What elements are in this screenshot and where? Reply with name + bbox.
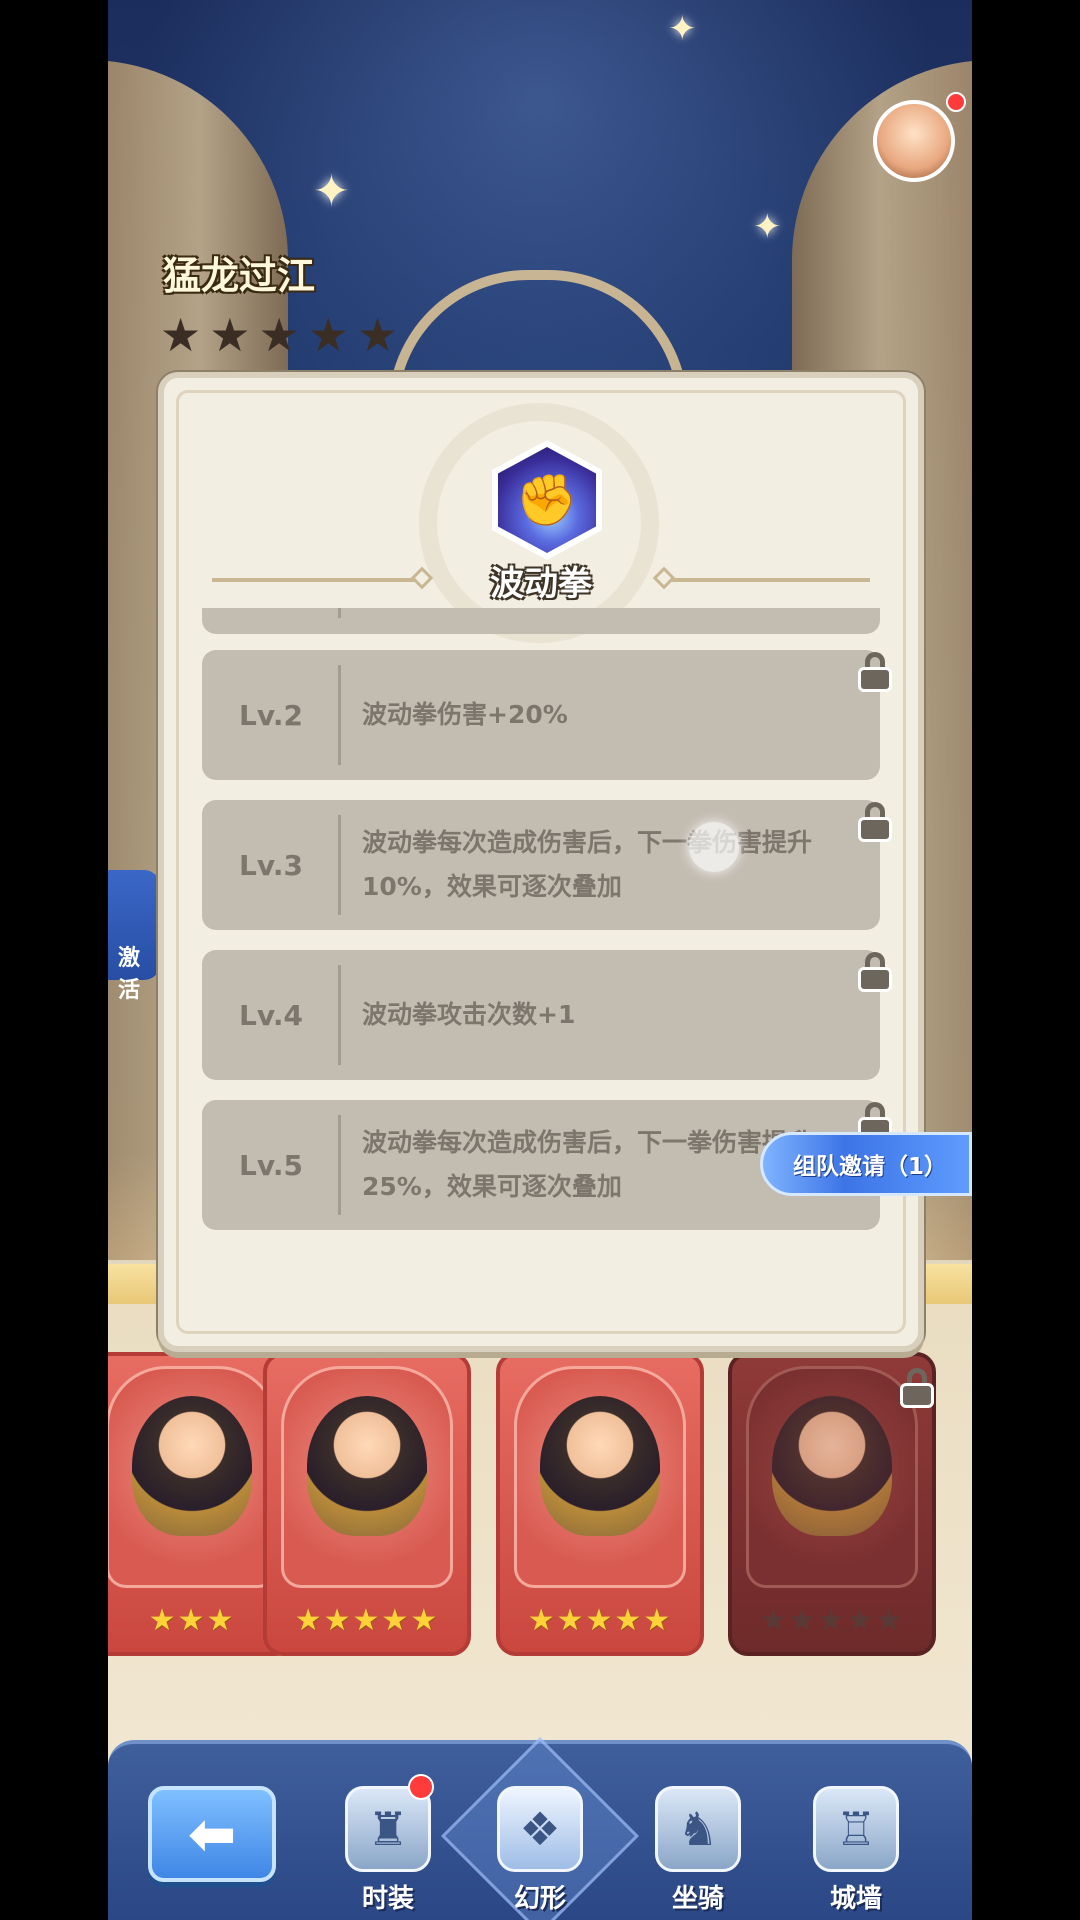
row-separator [338,665,341,765]
row-separator [338,1115,341,1215]
hero-portrait [540,1396,660,1536]
row-separator [338,965,341,1065]
transform-icon: ❖ [497,1786,583,1872]
castle-icon: ♖ [813,1786,899,1872]
card-star-rating: ★★★★★ [294,1603,440,1638]
star-icon: ★ [357,308,399,362]
level-label: Lv.2 [239,698,303,732]
nav-tab-transform[interactable]: ❖ 幻形 [441,1737,639,1920]
back-button[interactable]: ⬅ [148,1786,276,1882]
nav-tab-label: 幻形 [513,1884,566,1914]
hero-card[interactable]: ★★★★★ [496,1352,704,1656]
bottom-navigation: ⬅ ♜ 时装 ❖ 幻形 ♞ 坐骑 ♖ 城墙 [108,1737,972,1920]
skill-level-row: Lv.3 波动拳每次造成伤害后，下一拳伤害提升10%，效果可逐次叠加 [202,800,880,930]
nav-tab-mount[interactable]: ♞ 坐骑 [638,1774,758,1920]
side-tab-label: 激活 [118,946,141,1003]
skill-detail-panel: ✊ 波动拳 Lv.2 波动拳伤害+20% Lv.3 波动拳每次造成伤害后，下一拳… [158,372,924,1352]
lock-icon [858,652,892,692]
lock-icon [900,1368,934,1408]
team-invite-button[interactable]: 组队邀请（1） [760,1132,972,1196]
row-separator [338,815,341,915]
hero-star-rating: ★ ★ ★ ★ ★ [160,312,398,358]
hero-name: 猛龙过江 [163,254,316,298]
hero-card[interactable]: ★★★★★ [263,1352,471,1656]
notification-dot [946,92,966,112]
star-icon: ★ [160,308,202,362]
card-star-rating: ★★★★★ [759,1603,905,1638]
star-icon: ★ [258,308,300,362]
hero-portrait [772,1396,892,1536]
sparkle-icon: ✦ [313,166,350,217]
mount-icon: ♞ [655,1786,741,1872]
game-screen: ✦ ✦ ✦ 猛龙过江 ★ ★ ★ ★ ★ 激活 ★★★ ★★★★★ ★★★★★ … [108,0,972,1920]
level-label: Lv.4 [239,998,303,1032]
side-tab-activate[interactable]: 激活 [108,870,160,1003]
level-description: 波动拳攻击次数+1 [362,1000,576,1029]
skill-level-row-partial [202,608,880,634]
hero-portrait [132,1396,252,1536]
level-label: Lv.5 [239,1148,303,1182]
nav-tab-label: 坐骑 [671,1884,724,1914]
level-label: Lv.3 [239,848,303,882]
level-description: 波动拳伤害+20% [362,700,568,729]
level-description: 波动拳每次造成伤害后，下一拳伤害提升10%，效果可逐次叠加 [362,828,813,901]
sparkle-icon: ✦ [753,207,782,247]
hero-card-locked[interactable]: ★★★★★ [728,1352,936,1656]
lock-icon [858,952,892,992]
card-star-rating: ★★★★★ [527,1603,673,1638]
skill-level-row: Lv.4 波动拳攻击次数+1 [202,950,880,1080]
hero-portrait [307,1396,427,1536]
skill-level-row: Lv.2 波动拳伤害+20% [202,650,880,780]
arrow-left-icon: ⬅ [187,1800,237,1868]
nav-tab-label: 时装 [361,1884,414,1914]
notification-dot [408,1774,434,1800]
player-avatar[interactable] [873,100,955,182]
star-icon: ★ [307,308,349,362]
sparkle-icon: ✦ [668,9,697,49]
skill-title: 波动拳 [490,564,592,604]
nav-tab-label: 城墙 [829,1884,882,1914]
lock-icon [858,802,892,842]
touch-indicator [689,822,739,872]
star-icon: ★ [209,308,251,362]
nav-tab-castle[interactable]: ♖ 城墙 [796,1774,916,1920]
